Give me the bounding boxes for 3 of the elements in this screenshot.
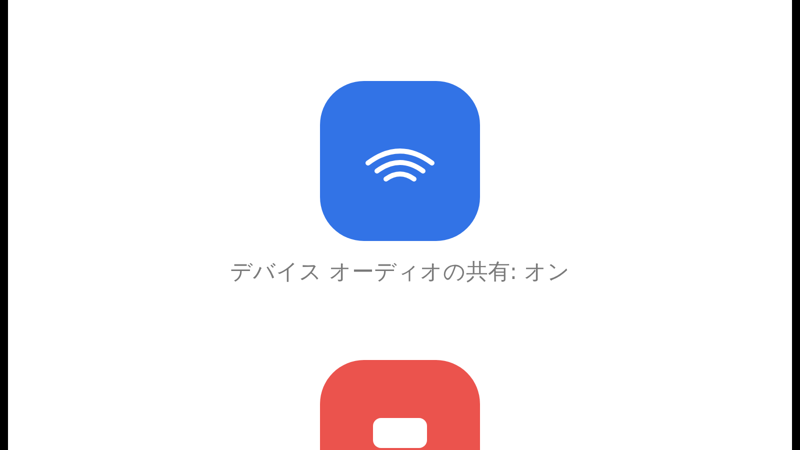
tile-button[interactable] — [320, 81, 480, 241]
screen-icon — [373, 418, 427, 448]
tile-label: デバイス オーディオの共有: オン — [230, 259, 570, 287]
